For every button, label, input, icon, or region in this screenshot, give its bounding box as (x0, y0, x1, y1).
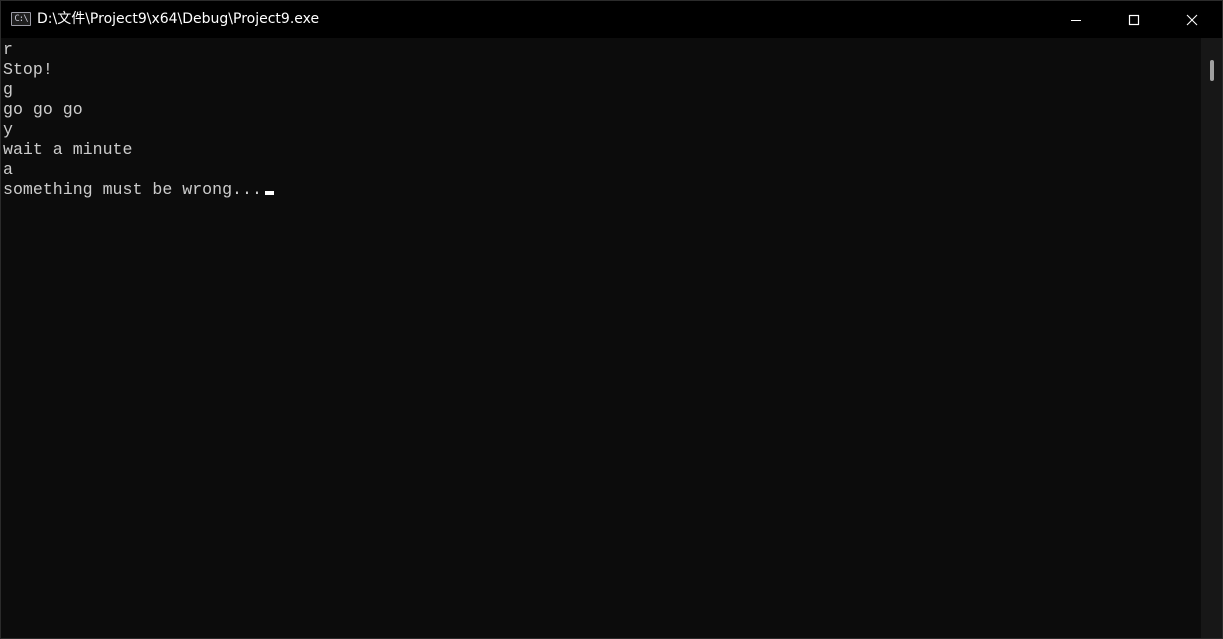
console-app-icon[interactable]: C:\ (11, 12, 31, 26)
window-title: D:\文件\Project9\x64\Debug\Project9.exe (37, 11, 320, 27)
scrollbar-thumb[interactable] (1210, 60, 1214, 81)
console-line: wait a minute (3, 140, 133, 159)
app-icon-glyph: C:\ (14, 14, 28, 24)
text-cursor (264, 191, 274, 195)
console-output[interactable]: r Stop! g go go go y wait a minute a som… (1, 38, 1201, 638)
console-line-last: something must be wrong... (3, 180, 1201, 200)
console-line: a (3, 160, 13, 179)
minimize-icon (1071, 19, 1081, 21)
vertical-scrollbar[interactable] (1201, 38, 1222, 638)
console-line: r (3, 40, 13, 59)
close-icon (1186, 14, 1198, 25)
console-line: y (3, 120, 13, 139)
maximize-button[interactable] (1105, 1, 1163, 38)
console-line-text: something must be wrong... (3, 180, 262, 199)
maximize-icon (1128, 14, 1140, 25)
close-button[interactable] (1163, 1, 1221, 38)
console-line: g (3, 80, 13, 99)
console-line: Stop! (3, 60, 53, 79)
minimize-button[interactable] (1047, 1, 1105, 38)
console-window: C:\ D:\文件\Project9\x64\Debug\Project9.ex… (0, 0, 1223, 639)
console-line: go go go (3, 100, 83, 119)
title-bar[interactable]: C:\ D:\文件\Project9\x64\Debug\Project9.ex… (1, 1, 1222, 38)
